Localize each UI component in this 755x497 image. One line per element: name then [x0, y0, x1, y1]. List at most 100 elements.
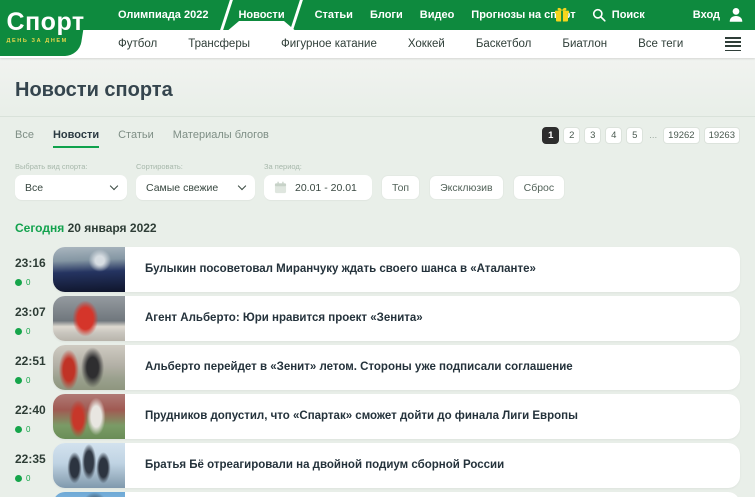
hamburger-menu-icon[interactable]: [725, 37, 741, 54]
news-title: Булыкин посоветовал Миранчуку ждать свое…: [145, 263, 536, 276]
comments-indicator: 0: [15, 474, 53, 483]
date-range-value: 20.01 - 20.01: [295, 181, 357, 194]
search-icon: [592, 8, 606, 22]
nav-item-news-label[interactable]: Новости: [238, 9, 284, 21]
news-time: 23:16: [15, 256, 46, 270]
news-card[interactable]: Прудников допустил, что «Спартак» сможет…: [53, 394, 740, 439]
news-row: 23:16 0 Булыкин посоветовал Миранчуку жд…: [15, 247, 740, 292]
sport-select[interactable]: Все: [15, 175, 127, 200]
news-time: 22:51: [15, 354, 46, 368]
page-title: Новости спорта: [15, 79, 173, 101]
tab-slash-right: [289, 0, 303, 30]
today-label: Сегодня: [15, 221, 65, 235]
sort-select[interactable]: Самые свежие: [136, 175, 255, 200]
news-card[interactable]: Мампасси рассказал, почему решил перейти…: [53, 492, 740, 497]
page-button-2[interactable]: 2: [563, 127, 581, 144]
sport-filter-group: Выбрать вид спорта: Все: [15, 162, 127, 200]
news-time: 22:40: [15, 403, 46, 417]
news-title: Альберто перейдет в «Зенит» летом. Сторо…: [145, 361, 573, 374]
period-filter-group: За период: 20.01 - 20.01: [264, 162, 372, 200]
page-button-4[interactable]: 4: [605, 127, 623, 144]
gift-icon[interactable]: [554, 7, 570, 23]
page-button-3[interactable]: 3: [584, 127, 602, 144]
top-filter-button[interactable]: Топ: [381, 175, 421, 200]
comment-dot-icon: [15, 426, 22, 433]
news-thumbnail: [53, 345, 125, 390]
comment-dot-icon: [15, 328, 22, 335]
active-tab-bump: [228, 21, 295, 30]
page-title-band: Новости спорта: [0, 58, 755, 117]
page-button-5[interactable]: 5: [626, 127, 644, 144]
comment-count: 0: [26, 376, 31, 385]
news-card[interactable]: Агент Альберто: Юри нравится проект «Зен…: [53, 296, 740, 341]
news-thumbnail: [53, 394, 125, 439]
filters-bar: Выбрать вид спорта: Все Сортировать: Сам…: [15, 162, 740, 200]
tab-blog-materials[interactable]: Материалы блогов: [173, 129, 269, 146]
chevron-down-icon: [237, 181, 247, 191]
news-time: 23:07: [15, 305, 46, 319]
nav-item-articles[interactable]: Статьи: [315, 0, 353, 30]
subnav-item-figure-skating[interactable]: Фигурное катание: [281, 38, 377, 50]
news-time: 22:35: [15, 452, 46, 466]
subnav-item-hockey[interactable]: Хоккей: [408, 38, 445, 50]
news-thumbnail: [53, 443, 125, 488]
page-button-1[interactable]: 1: [542, 127, 560, 144]
top-header: Олимпиада 2022 Новости Статьи Блоги Виде…: [0, 0, 755, 58]
comment-count: 0: [26, 474, 31, 483]
search-label: Поиск: [611, 9, 645, 21]
subnav-item-football[interactable]: Футбол: [118, 38, 157, 50]
search-button[interactable]: Поиск: [592, 8, 645, 22]
comment-count: 0: [26, 425, 31, 434]
news-row: 23:07 0 Агент Альберто: Юри нравится про…: [15, 296, 740, 341]
reset-filter-button[interactable]: Сброс: [512, 175, 566, 200]
chevron-down-icon: [109, 181, 119, 191]
pagination-ellipsis: ...: [649, 130, 658, 141]
topbar-right: Поиск Вход: [554, 0, 745, 30]
comment-dot-icon: [15, 377, 22, 384]
news-thumbnail: [53, 492, 125, 497]
news-meta: 23:16 0: [15, 247, 53, 292]
news-meta: 22:51 0: [15, 345, 53, 390]
news-meta: 22:40 0: [15, 394, 53, 439]
date-range-input[interactable]: 20.01 - 20.01: [264, 175, 372, 200]
news-title: Агент Альберто: Юри нравится проект «Зен…: [145, 312, 423, 325]
user-icon: [727, 6, 745, 24]
comment-dot-icon: [15, 279, 22, 286]
news-row: 22:51 0 Альберто перейдет в «Зенит» лето…: [15, 345, 740, 390]
news-meta: 22:12 0: [15, 492, 53, 497]
tab-all[interactable]: Все: [15, 129, 34, 146]
tab-news[interactable]: Новости: [52, 129, 100, 148]
nav-item-olympics[interactable]: Олимпиада 2022: [118, 0, 208, 30]
subnav-item-biathlon[interactable]: Биатлон: [562, 38, 607, 50]
main-nav-bar: Олимпиада 2022 Новости Статьи Блоги Виде…: [0, 0, 755, 30]
sort-filter-group: Сортировать: Самые свежие: [136, 162, 255, 200]
logo-name: Спорт: [6, 8, 85, 36]
exclusive-filter-button[interactable]: Эксклюзив: [429, 175, 504, 200]
subnav-item-all-tags[interactable]: Все теги: [638, 38, 683, 50]
news-card[interactable]: Альберто перейдет в «Зенит» летом. Сторо…: [53, 345, 740, 390]
logo-tagline: день за днем: [6, 38, 68, 44]
subnav-item-basketball[interactable]: Баскетбол: [476, 38, 532, 50]
logo[interactable]: Спорт день за днем: [0, 0, 89, 56]
subnav-item-transfers[interactable]: Трансферы: [188, 38, 250, 50]
news-card[interactable]: Булыкин посоветовал Миранчуку ждать свое…: [53, 247, 740, 292]
news-meta: 22:35 0: [15, 443, 53, 488]
news-thumbnail: [53, 247, 125, 292]
news-row: 22:12 0 Мампасси рассказал, почему решил…: [15, 492, 740, 497]
sport-filter-label: Выбрать вид спорта:: [15, 162, 88, 171]
comment-count: 0: [26, 327, 31, 336]
nav-item-news-active[interactable]: Новости: [220, 0, 303, 30]
login-button[interactable]: Вход: [693, 6, 745, 24]
page-button-19263[interactable]: 19263: [703, 127, 740, 144]
nav-item-blogs[interactable]: Блоги: [370, 0, 403, 30]
page-button-19262[interactable]: 19262: [663, 127, 700, 144]
sub-nav-bar: Футбол Трансферы Фигурное катание Хоккей…: [0, 30, 755, 58]
sort-filter-label: Сортировать:: [136, 162, 183, 171]
news-title: Прудников допустил, что «Спартак» сможет…: [145, 410, 578, 423]
nav-item-video[interactable]: Видео: [420, 0, 455, 30]
tab-articles[interactable]: Статьи: [118, 129, 154, 146]
news-list: 23:16 0 Булыкин посоветовал Миранчуку жд…: [15, 247, 740, 497]
news-card[interactable]: Братья Бё отреагировали на двойной подиу…: [53, 443, 740, 488]
login-label: Вход: [692, 9, 720, 21]
news-row: 22:35 0 Братья Бё отреагировали на двойн…: [15, 443, 740, 488]
